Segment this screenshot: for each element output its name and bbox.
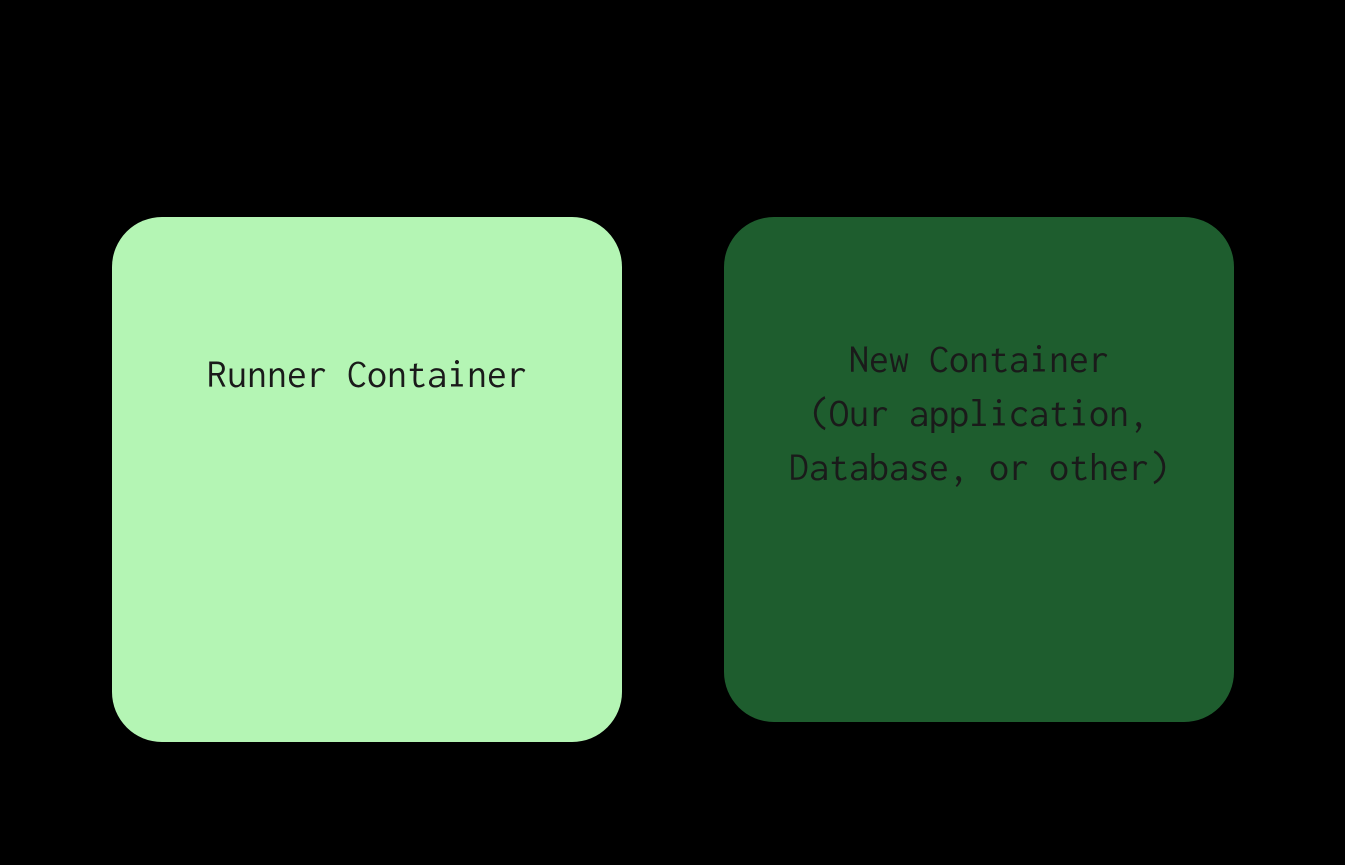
runner-container-box: Runner Container <box>112 217 622 742</box>
runner-container-label: Runner Container <box>207 353 527 395</box>
new-container-box: New Container (Our application, Database… <box>724 217 1234 722</box>
new-container-label: New Container (Our application, Database… <box>789 338 1169 488</box>
